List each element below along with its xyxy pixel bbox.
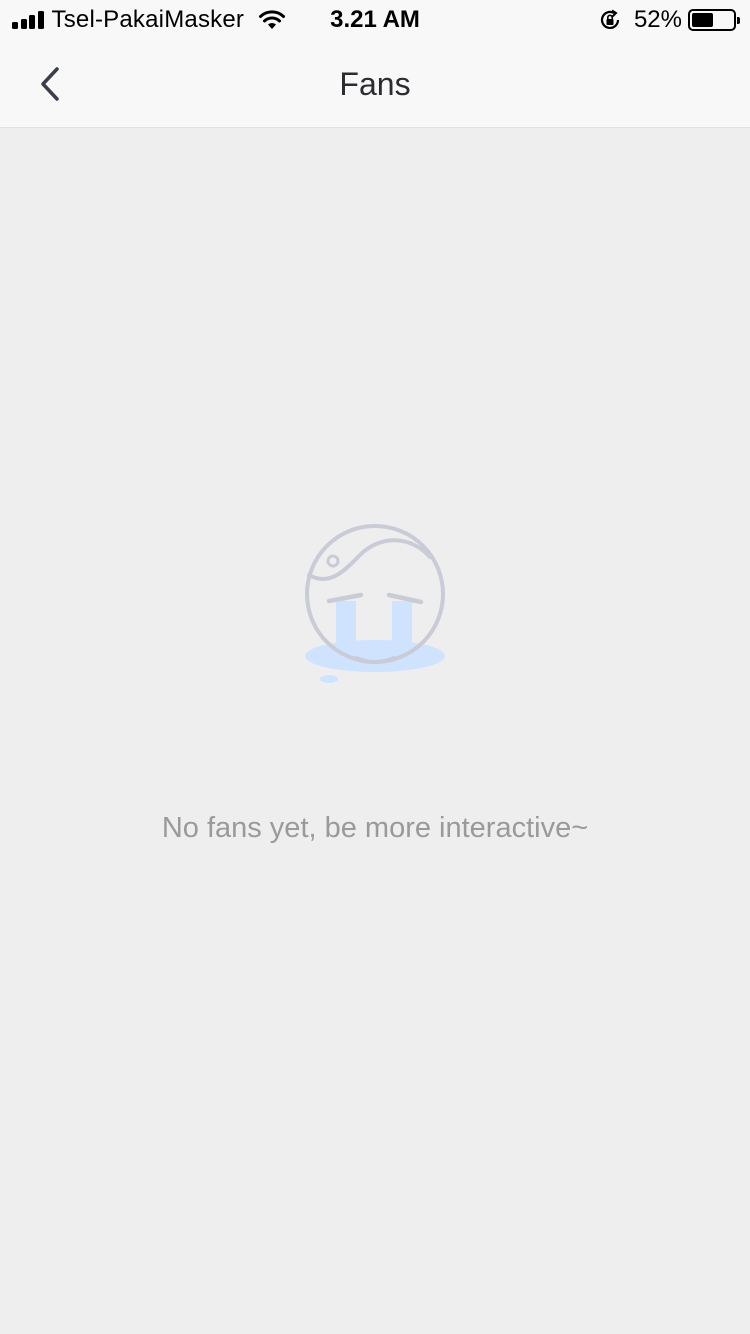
battery-icon bbox=[688, 9, 740, 31]
empty-state-message: No fans yet, be more interactive~ bbox=[161, 812, 589, 844]
status-bar: Tsel-PakaiMasker 3.21 AM 52% bbox=[0, 0, 750, 40]
crying-face-icon bbox=[305, 524, 445, 683]
battery-level-fill bbox=[692, 13, 713, 27]
rotation-lock-icon bbox=[600, 9, 620, 29]
battery-percent: 52% bbox=[633, 6, 682, 33]
screen: Tsel-PakaiMasker 3.21 AM 52% Fans No fan… bbox=[0, 0, 750, 1334]
status-right: 52% bbox=[598, 6, 740, 34]
chevron-left-icon bbox=[41, 67, 59, 101]
page-title: Fans bbox=[339, 66, 411, 102]
nav-bar: Fans bbox=[0, 40, 750, 128]
back-button[interactable] bbox=[20, 54, 80, 114]
